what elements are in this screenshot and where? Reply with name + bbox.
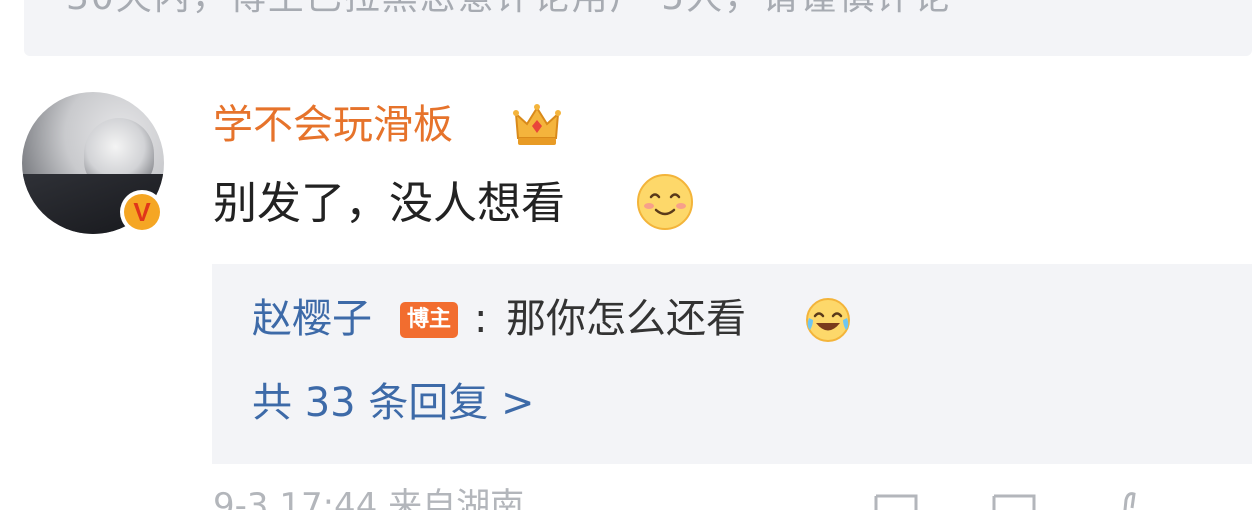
more-replies-link[interactable]: 共 33 条回复 > bbox=[252, 376, 535, 430]
smile-emoji-icon bbox=[637, 174, 693, 230]
blogger-tag: 博主 bbox=[400, 302, 458, 338]
like-icon[interactable] bbox=[1110, 490, 1150, 510]
reply-author[interactable]: 赵樱子 bbox=[252, 292, 372, 346]
comment-notice-banner: 30天内，博主已拉黑恶意评论用户 5人，请谨慎评论 bbox=[24, 0, 1252, 56]
share-icon[interactable] bbox=[872, 490, 920, 510]
comment-text: 别发了，没人想看 bbox=[213, 178, 565, 229]
reply-text: 那你怎么还看 bbox=[506, 296, 746, 342]
verified-v-icon: V bbox=[120, 190, 164, 234]
laugh-cry-emoji-icon bbox=[806, 298, 850, 342]
comment-icon[interactable] bbox=[990, 490, 1038, 510]
comment-screenshot: 30天内，博主已拉黑恶意评论用户 5人，请谨慎评论 V 学不会玩滑板 别发了，没… bbox=[0, 0, 1258, 510]
reply-separator: : bbox=[474, 296, 488, 342]
crown-vip-icon[interactable] bbox=[512, 102, 562, 148]
notice-text: 30天内，博主已拉黑恶意评论用户 5人，请谨慎评论 bbox=[66, 0, 952, 18]
comment-timestamp: 9-3 17:44 来自湖南 bbox=[213, 486, 525, 510]
verified-label: V bbox=[124, 194, 160, 230]
reply-box[interactable]: 赵樱子 博主 : 那你怎么还看 共 33 条回复 > bbox=[212, 264, 1252, 464]
comment-username[interactable]: 学不会玩滑板 bbox=[213, 100, 453, 150]
